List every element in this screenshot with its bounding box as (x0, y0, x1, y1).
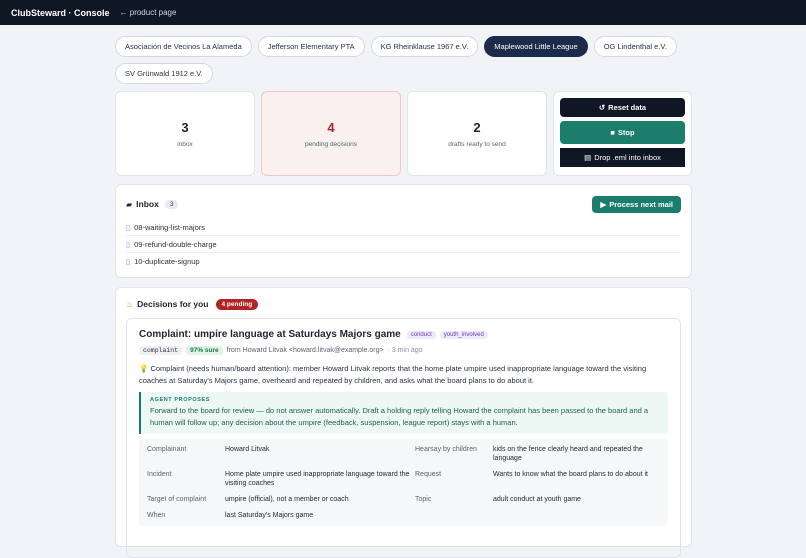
fact-key: When (147, 512, 166, 519)
process-next-mail-label: Process next mail (609, 199, 673, 209)
app-brand: ClubSteward · Console (11, 7, 110, 18)
mail-list: ▯ 08-waiting-list-majors ▯ 09-refund-dou… (116, 211, 691, 270)
folder-icon: ▰ (126, 199, 133, 209)
process-next-mail-button[interactable]: ▶ Process next mail (592, 195, 681, 213)
proposal-label: AGENT PROPOSES (150, 397, 211, 403)
fact-key: Incident (147, 471, 172, 478)
tag-badge: youth_involved (439, 330, 488, 339)
decisions-title: Decisions for you (137, 299, 209, 309)
stat-label: inbox (177, 140, 193, 148)
org-chip[interactable]: SV Grünwald 1912 e.V. (115, 63, 213, 84)
document-icon: ▯ (126, 239, 131, 249)
org-chip[interactable]: OG Lindenthal e.V. (593, 36, 677, 57)
pending-badge: 4 pending (215, 298, 259, 310)
back-to-product-link[interactable]: ← product page (120, 8, 177, 17)
stat-drafts: 2 drafts ready to send (407, 91, 547, 176)
play-icon: ▶ (600, 199, 607, 209)
fact-key: Request (415, 471, 442, 478)
tag-badge: conduct (406, 330, 436, 339)
summary-text: Complaint (needs human/board attention):… (139, 364, 647, 385)
drop-eml-button[interactable]: ▤ Drop .eml into inbox (560, 148, 685, 167)
mail-filename: 09-refund-double-charge (134, 239, 217, 249)
agent-proposal: AGENT PROPOSES Forward to the board for … (139, 392, 668, 434)
stats-row: 3 inbox 4 pending decisions 2 drafts rea… (115, 91, 692, 176)
org-chip[interactable]: KG Rheinklause 1967 e.V. (370, 36, 479, 57)
facts-grid: Complainant Howard Litvak Hearsay by chi… (139, 439, 668, 526)
stat-value: 3 (181, 119, 189, 135)
top-bar: ClubSteward · Console ← product page (0, 0, 806, 25)
inbox-header: ▰ Inbox 3 ▶ Process next mail (116, 185, 691, 213)
document-icon: ▯ (126, 257, 131, 266)
stat-label: pending decisions (304, 140, 358, 148)
confidence-badge: 97% sure (186, 346, 223, 355)
cake-icon: ♨ (126, 299, 134, 309)
org-chip[interactable]: Jefferson Elementary PTA (257, 36, 365, 57)
kind-badge: complaint (139, 346, 183, 355)
stop-button[interactable]: ■ Stop (560, 121, 685, 144)
reset-data-button[interactable]: ↺ Reset data (560, 98, 685, 117)
refresh-icon: ↺ (598, 103, 606, 112)
stat-inbox: 3 inbox (115, 91, 255, 176)
stat-value: 2 (473, 119, 481, 135)
list-item[interactable]: ▯ 09-refund-double-charge (126, 236, 681, 253)
org-chip[interactable]: Asociación de Vecinos La Alameda (115, 36, 252, 57)
lightbulb-icon: 💡 (139, 364, 149, 373)
stat-pending-decisions: 4 pending decisions (261, 91, 401, 176)
document-icon: ▯ (126, 222, 131, 232)
decision-summary: 💡 Complaint (needs human/board attention… (139, 363, 668, 386)
fact-value: last Saturday's Majors game (225, 512, 314, 519)
stat-label: drafts ready to send (448, 140, 506, 148)
fact-value: adult conduct at youth game (493, 496, 581, 503)
decisions-header: ♨ Decisions for you 4 pending (116, 288, 691, 310)
stop-label: Stop (617, 128, 635, 137)
sender: from Howard Litvak <howard.litvak@exampl… (226, 347, 384, 354)
fact-value: kids on the fence clearly heard and repe… (493, 446, 643, 462)
stat-value: 4 (327, 119, 335, 135)
fact-key: Hearsay by children (415, 446, 477, 453)
fact-value: umpire (official), not a member or coach (225, 496, 349, 503)
age: · 3 min ago (387, 347, 423, 354)
decision-title-row: Complaint: umpire language at Saturdays … (139, 329, 668, 340)
inbox-card: ▰ Inbox 3 ▶ Process next mail ▯ 08-waiti… (115, 184, 692, 278)
reset-data-label: Reset data (608, 103, 647, 112)
decision-meta: complaint 97% sure from Howard Litvak <h… (139, 346, 668, 355)
fact-key: Topic (415, 496, 432, 503)
decisions-card: ♨ Decisions for you 4 pending Complaint:… (115, 287, 692, 558)
list-item[interactable]: ▯ 08-waiting-list-majors (126, 219, 681, 236)
decision-title: Complaint: umpire language at Saturdays … (139, 329, 401, 340)
fact-value: Wants to know what the board plans to do… (493, 471, 649, 478)
org-switcher: Asociación de Vecinos La Alameda Jeffers… (115, 36, 692, 84)
fact-key: Complainant (147, 446, 187, 453)
decision-item: Complaint: umpire language at Saturdays … (126, 318, 681, 558)
mail-filename: 08-waiting-list-majors (134, 222, 205, 232)
inbox-title: Inbox (136, 199, 159, 209)
org-chip-active[interactable]: Maplewood Little League (484, 36, 588, 57)
actions-panel: ↺ Reset data ■ Stop ▤ Drop .eml into inb… (553, 91, 692, 176)
list-item[interactable]: ▯ 10-duplicate-signup (126, 253, 681, 270)
mail-filename: 10-duplicate-signup (134, 257, 200, 266)
file-icon: ▤ (584, 153, 592, 162)
drop-eml-label: Drop .eml into inbox (594, 153, 661, 162)
fact-value: Home plate umpire used inappropriate lan… (225, 471, 410, 487)
proposal-text: Forward to the board for review — do not… (150, 406, 649, 427)
fact-value: Howard Litvak (225, 446, 270, 453)
stop-icon: ■ (610, 128, 615, 137)
inbox-count-badge: 3 (164, 199, 179, 209)
main-content: Asociación de Vecinos La Alameda Jeffers… (115, 36, 692, 558)
fact-key: Target of complaint (147, 496, 207, 503)
